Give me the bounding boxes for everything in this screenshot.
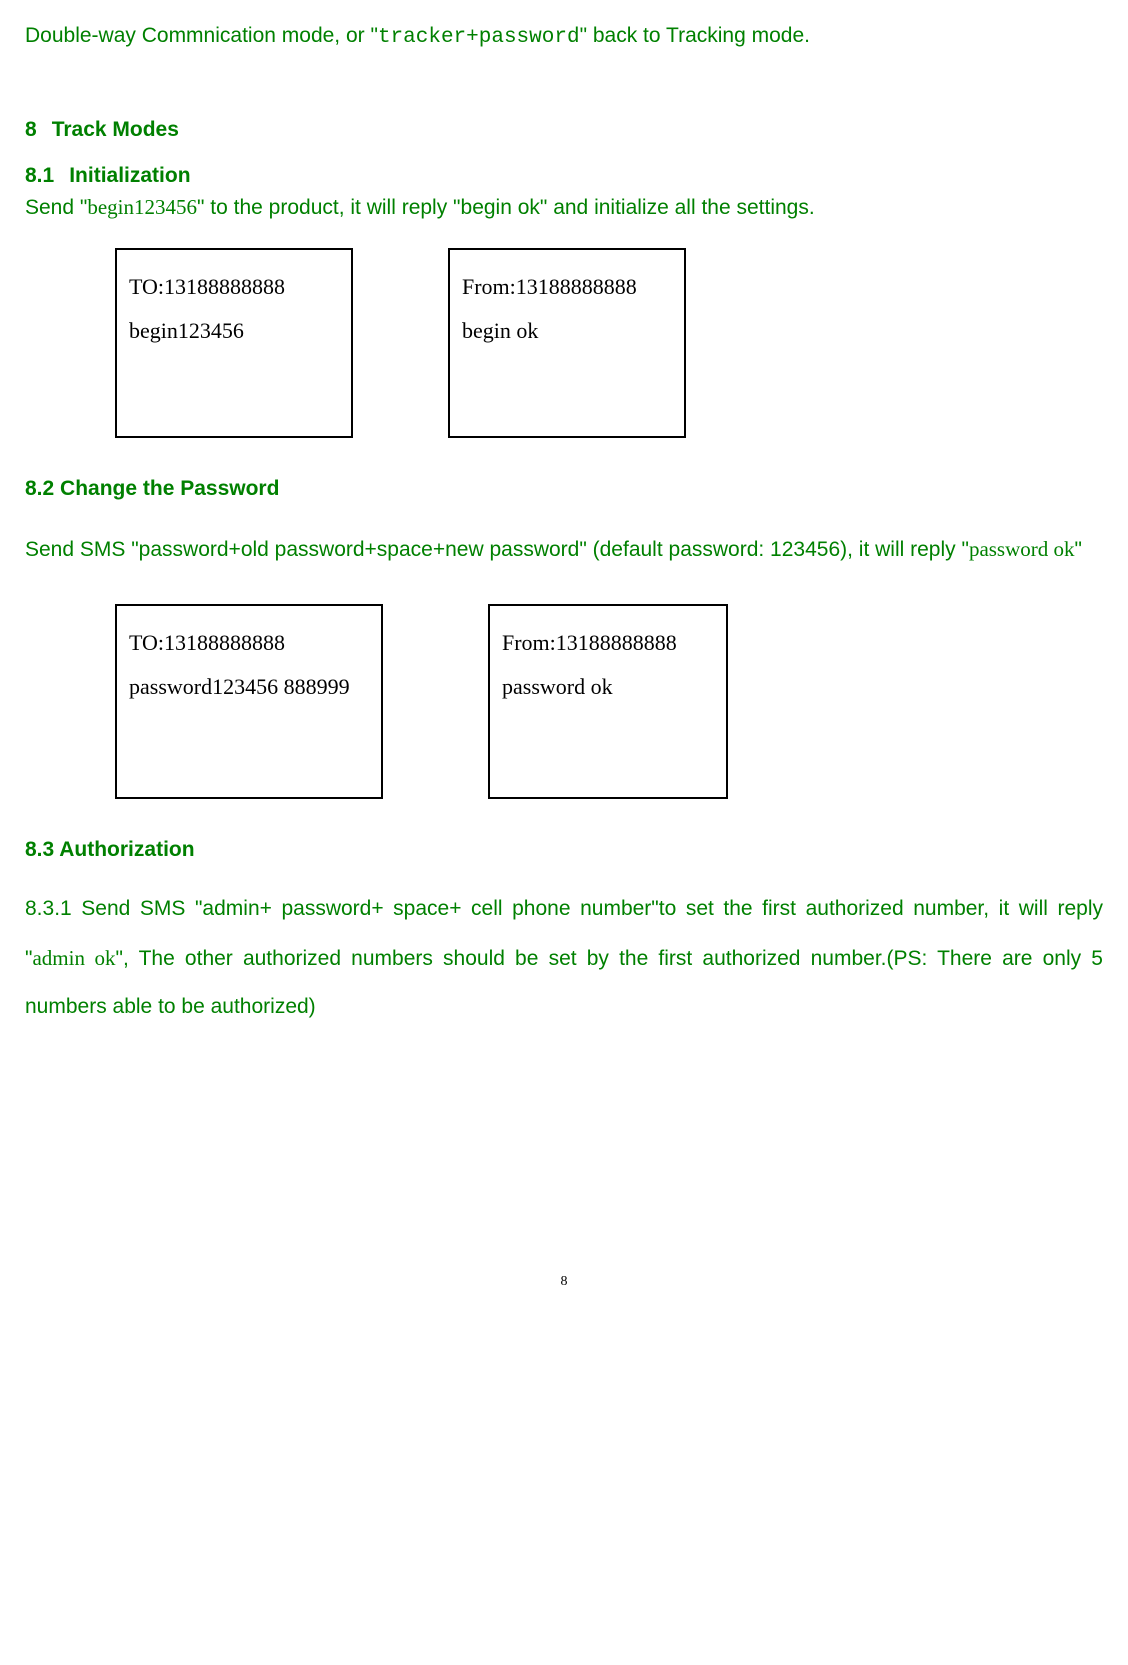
intro-para: Double-way Commnication mode, or "tracke… — [25, 20, 1103, 54]
s82-text-b: " — [1075, 538, 1082, 561]
example-row-1: TO:13188888888 begin123456 From:13188888… — [115, 248, 1103, 438]
sms-box-to-2: TO:13188888888 password123456 888999 — [115, 604, 383, 799]
sms-to-header-2: TO:13188888888 — [129, 621, 369, 665]
s81-text-b: " to the product, it will reply "begin o… — [197, 196, 815, 219]
s82-code: password ok — [969, 537, 1075, 561]
section-8-1-number: 8.1 — [25, 164, 54, 187]
intro-suffix: " back to Tracking mode. — [580, 24, 810, 47]
section-8-2-heading: 8.2 Change the Password — [25, 473, 1103, 505]
sms-from-header: From:13188888888 — [462, 265, 672, 309]
sms-box-from-1: From:13188888888 begin ok — [448, 248, 686, 438]
s81-text-a: Send " — [25, 196, 87, 219]
s82-heading-text: 8.2 Change the Password — [25, 477, 279, 500]
s83-text-b: ", The other authorized numbers should b… — [25, 947, 1103, 1018]
section-8-number: 8 — [25, 118, 37, 141]
sms-to-body-2: password123456 888999 — [129, 665, 369, 709]
section-8-2-para: Send SMS "password+old password+space+ne… — [25, 525, 1103, 574]
page-number: 8 — [25, 1271, 1103, 1292]
s83-heading-text: 8.3 Authorization — [25, 838, 195, 861]
sms-from-body: begin ok — [462, 309, 672, 353]
section-8-1-heading: 8.1 Initialization — [25, 160, 1103, 192]
intro-prefix: Double-way Commnication mode, or " — [25, 24, 378, 47]
sms-from-header-2: From:13188888888 — [502, 621, 714, 665]
section-8-title: Track Modes — [52, 118, 179, 141]
section-8-3-para: 8.3.1 Send SMS "admin+ password+ space+ … — [25, 885, 1103, 1031]
intro-code: tracker+password — [378, 26, 580, 49]
s82-text-a: Send SMS "password+old password+space+ne… — [25, 538, 969, 561]
section-8-1-para: Send "begin123456" to the product, it wi… — [25, 192, 1103, 224]
section-8-1-title: Initialization — [69, 164, 190, 187]
sms-to-header: TO:13188888888 — [129, 265, 339, 309]
s83-code: admin ok — [32, 946, 115, 970]
sms-box-to-1: TO:13188888888 begin123456 — [115, 248, 353, 438]
s81-code: begin123456 — [87, 195, 197, 219]
section-8-3-heading: 8.3 Authorization — [25, 834, 1103, 866]
sms-box-from-2: From:13188888888 password ok — [488, 604, 728, 799]
sms-from-body-2: password ok — [502, 665, 714, 709]
section-8-heading: 8 Track Modes — [25, 114, 1103, 146]
sms-to-body: begin123456 — [129, 309, 339, 353]
example-row-2: TO:13188888888 password123456 888999 Fro… — [115, 604, 1103, 799]
